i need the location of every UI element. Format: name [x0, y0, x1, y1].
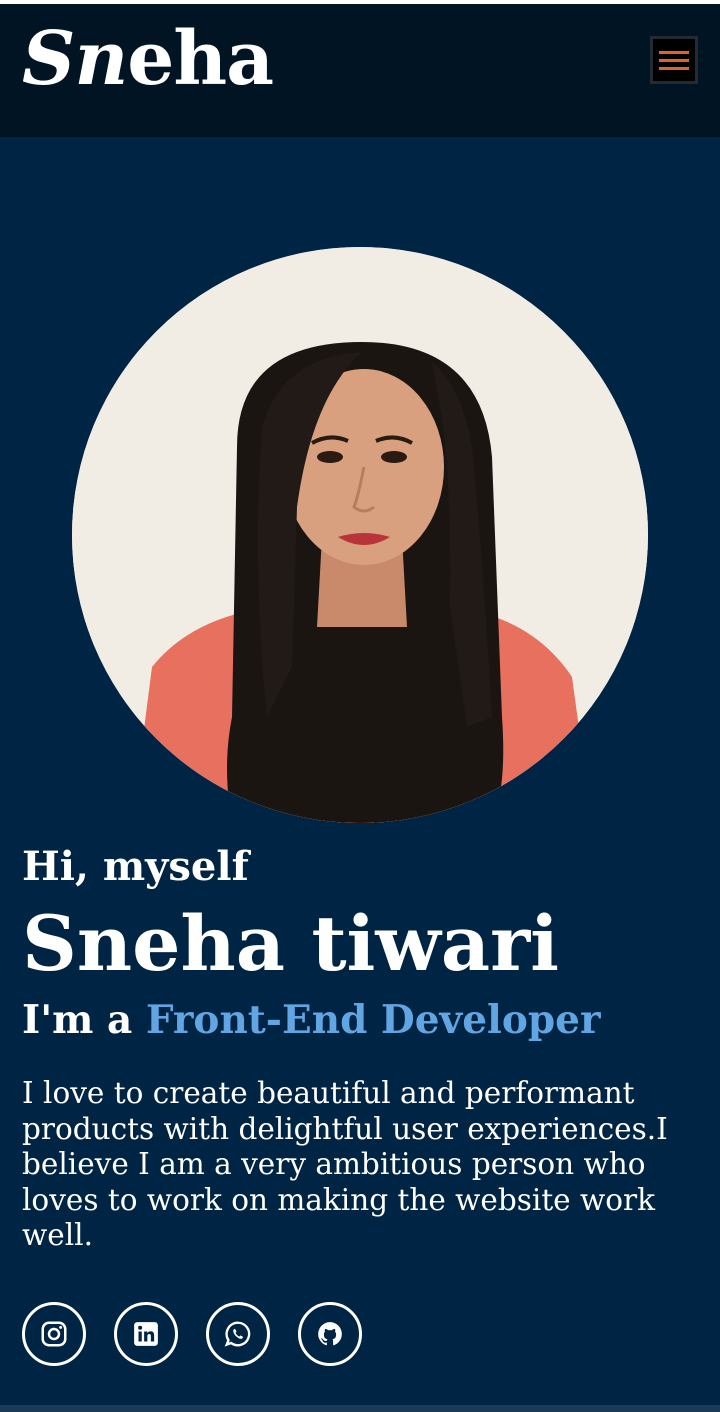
github-icon — [318, 1322, 342, 1346]
hamburger-line — [659, 58, 689, 62]
linkedin-icon — [134, 1322, 158, 1346]
site-logo[interactable]: Sneha — [22, 14, 274, 104]
greeting-text: Hi, myself — [22, 843, 249, 890]
whatsapp-link[interactable] — [206, 1302, 270, 1366]
site-header: Sneha — [0, 4, 720, 137]
linkedin-link[interactable] — [114, 1302, 178, 1366]
logo-rest-part: eha — [127, 16, 274, 102]
hamburger-menu-button[interactable] — [650, 36, 698, 84]
hamburger-menu-icon — [659, 50, 689, 54]
role-prefix: I'm a — [22, 997, 133, 1043]
logo-italic-part: Sn — [22, 16, 128, 102]
instagram-link[interactable] — [22, 1302, 86, 1366]
role-line: I'm a Front-End Developer — [22, 995, 601, 1045]
whatsapp-icon — [224, 1321, 251, 1347]
social-links — [22, 1302, 362, 1366]
profile-photo — [72, 247, 648, 823]
hamburger-line — [659, 66, 689, 70]
hero-name: Sneha tiwari — [22, 899, 560, 988]
bottom-divider — [0, 1405, 720, 1412]
bio-text: I love to create beautiful and performan… — [22, 1076, 668, 1252]
role-highlight: Front-End Developer — [145, 997, 601, 1043]
instagram-icon — [41, 1321, 67, 1347]
github-link[interactable] — [298, 1302, 362, 1366]
